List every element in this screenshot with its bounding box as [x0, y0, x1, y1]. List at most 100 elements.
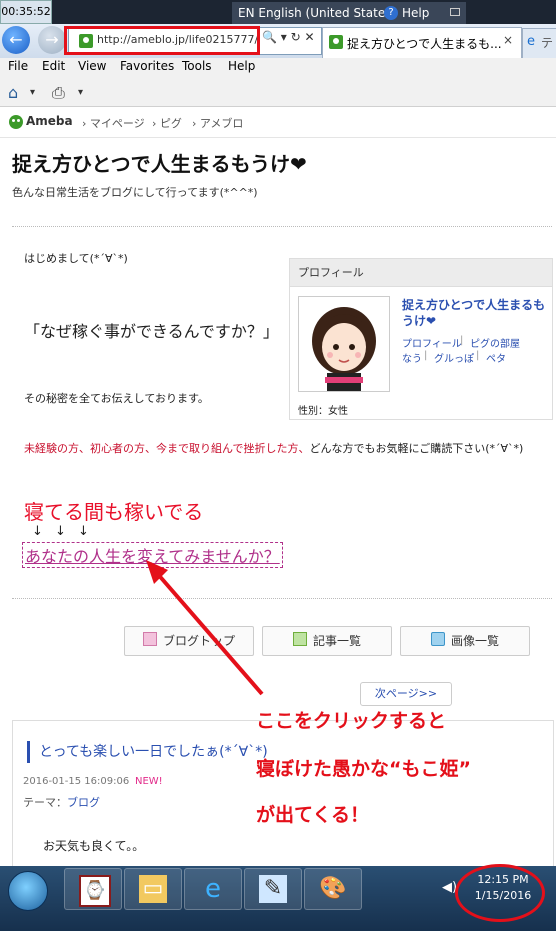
next-page-button[interactable]: 次ページ>>	[360, 682, 452, 706]
start-button[interactable]	[8, 871, 48, 911]
profile-name[interactable]: 捉え方ひとつで人生まるもうけ❤	[402, 297, 552, 329]
article-card: とっても楽しい一日でしたぁ(*´∀`*) 2016-01-15 16:09:06…	[12, 720, 554, 871]
ameba-nav-pigg[interactable]: › ピグ	[152, 115, 182, 131]
taskbar-clock-app[interactable]: ⌚	[64, 868, 122, 910]
ameba-nav-ameblo-label[interactable]: アメブロ	[200, 117, 243, 130]
menu-file[interactable]: File	[8, 59, 28, 73]
image-list-label[interactable]: 画像一覧	[451, 634, 499, 648]
article-list-label[interactable]: 記事一覧	[313, 634, 361, 648]
menu-bar: File Edit View Favorites Tools Help	[0, 58, 556, 78]
down-arrows: ↓ ↓ ↓	[32, 524, 93, 539]
print-icon[interactable]: ⎙	[52, 83, 65, 103]
language-bar[interactable]: EN English (United States) ? Help	[232, 2, 466, 24]
annotation-text-1: ここをクリックすると	[256, 710, 447, 732]
secret-text: その秘密を全てお伝えしております。	[24, 392, 209, 405]
home-icon[interactable]: ⌂	[8, 83, 18, 102]
avatar[interactable]	[298, 296, 390, 392]
menu-help[interactable]: Help	[228, 59, 255, 73]
cta-link[interactable]: あなたの人生を変えてみませんか？	[22, 542, 283, 568]
blog-description: 色んな日常生活をブログにして行ってます(*^^*)	[12, 186, 258, 199]
profile-link-separator: |	[424, 350, 428, 361]
paint-icon: 🎨	[319, 876, 347, 901]
profile-box: プロフィール 捉え方ひとつで人生まるもうけ❤ プロフィール | ピグの部屋 なう…	[289, 258, 553, 420]
taskbar-notepad[interactable]: ✎	[244, 868, 302, 910]
ameba-nav-ameblo[interactable]: › アメブロ	[192, 115, 243, 131]
article-theme: テーマ：ブログ	[23, 794, 100, 810]
profile-header: プロフィール	[290, 259, 552, 287]
forward-button[interactable]: →	[38, 26, 66, 54]
clock-app-icon: ⌚	[79, 875, 111, 907]
help-icon[interactable]: ?	[384, 6, 398, 20]
ie-icon: e	[205, 874, 221, 904]
image-list-button[interactable]: 画像一覧	[400, 626, 530, 656]
top-clock: 00:35:52	[0, 0, 52, 24]
blog-top-button[interactable]: ブログトップ	[124, 626, 254, 656]
back-button[interactable]: ←	[2, 26, 30, 54]
language-label[interactable]: EN English (United States)	[238, 2, 396, 24]
print-dropdown-icon[interactable]: ▾	[78, 87, 83, 98]
greeting-text: はじめまして(*´∀`*)	[24, 252, 128, 265]
blog-top-label[interactable]: ブログトップ	[163, 634, 235, 648]
tab-title[interactable]: 捉え方ひとつで人生まるも...	[347, 35, 502, 52]
profile-header-label: プロフィール	[298, 266, 364, 279]
article-body: お天気も良くて。。	[43, 839, 145, 853]
menu-edit[interactable]: Edit	[42, 59, 65, 73]
taskbar-ie[interactable]: e	[184, 868, 242, 910]
invite-text-red: 未経験の方、初心者の方、今まで取り組んで挫折した方、	[24, 442, 310, 455]
question-text: 「なぜ稼ぐ事ができるんですか？」	[24, 322, 279, 341]
taskbar-paint[interactable]: 🎨	[304, 868, 362, 910]
profile-link-group[interactable]: グルっぽ	[434, 350, 474, 365]
help-label[interactable]: Help	[402, 2, 429, 24]
divider	[12, 598, 552, 599]
notepad-icon: ✎	[259, 875, 287, 903]
ameba-logo-text[interactable]: Ameba	[26, 114, 73, 128]
tab-next[interactable]: e テ	[522, 28, 556, 59]
tab-active[interactable]: 捉え方ひとつで人生まるも... ×	[322, 27, 522, 59]
ameba-favicon-icon	[329, 35, 343, 49]
address-tools[interactable]: 🔍 ▾ ↻ ✕	[262, 30, 315, 44]
article-title[interactable]: とっても楽しい一日でしたぁ(*´∀`*)	[39, 741, 268, 761]
ameba-logo-icon[interactable]	[8, 113, 24, 131]
avatar-illustration	[312, 307, 376, 391]
article-theme-label: テーマ：	[23, 796, 67, 809]
article-list-button[interactable]: 記事一覧	[262, 626, 392, 656]
taskbar-explorer[interactable]: ▭	[124, 868, 182, 910]
new-badge: NEW!	[135, 776, 163, 787]
camera-icon	[430, 632, 445, 646]
invite-text: 未経験の方、初心者の方、今まで取り組んで挫折した方、どんな方でもお気軽にご購読下…	[24, 440, 523, 456]
profile-link-pigg-room[interactable]: ピグの部屋	[470, 335, 520, 350]
home-dropdown-icon[interactable]: ▾	[30, 87, 35, 98]
ameba-nav-mypage[interactable]: › マイページ	[82, 115, 145, 131]
menu-tools[interactable]: Tools	[182, 59, 212, 73]
headline-sleep-earn: 寝てる間も稼いでる	[24, 500, 204, 524]
ameba-nav-mypage-label[interactable]: マイページ	[90, 117, 145, 130]
profile-sex: 性別：女性	[298, 406, 348, 417]
divider	[12, 226, 552, 227]
annotation-text-2: 寝ぼけた愚かな“もこ姫”	[256, 758, 471, 780]
tab-next-label[interactable]: テ	[541, 34, 553, 51]
article-theme-link[interactable]: ブログ	[67, 796, 100, 809]
blog-title[interactable]: 捉え方ひとつで人生まるもうけ❤	[12, 148, 307, 177]
article-date: 2016-01-15 16:09:06	[23, 776, 130, 787]
blog-top-icon	[142, 632, 157, 646]
article-title-bar	[27, 741, 30, 763]
minimize-icon[interactable]	[450, 8, 460, 16]
profile-link-peta[interactable]: ペタ	[486, 350, 506, 365]
menu-view[interactable]: View	[78, 59, 106, 73]
ie-icon: e	[527, 34, 535, 49]
profile-link-separator: |	[476, 350, 480, 361]
url-highlight-box	[64, 26, 260, 55]
menu-favorites[interactable]: Favorites	[120, 59, 174, 73]
clock-highlight-circle	[455, 864, 545, 922]
profile-link-separator: |	[460, 335, 464, 346]
annotation-text-3: が出てくる！	[256, 804, 370, 826]
tab-close-icon[interactable]: ×	[503, 33, 513, 47]
profile-link-now[interactable]: なう	[402, 350, 422, 365]
command-bar: ⌂ ▾ ⎙ ▾	[0, 78, 556, 107]
profile-link-profile[interactable]: プロフィール	[402, 335, 462, 350]
article-list-icon	[292, 632, 307, 646]
ameba-header: Ameba › マイページ › ピグ › アメブロ	[0, 107, 556, 138]
folder-icon: ▭	[139, 875, 167, 903]
ameba-nav-pigg-label[interactable]: ピグ	[160, 117, 182, 130]
invite-text-black: どんな方でもお気軽にご購読下さい(*´∀`*)	[309, 442, 524, 455]
